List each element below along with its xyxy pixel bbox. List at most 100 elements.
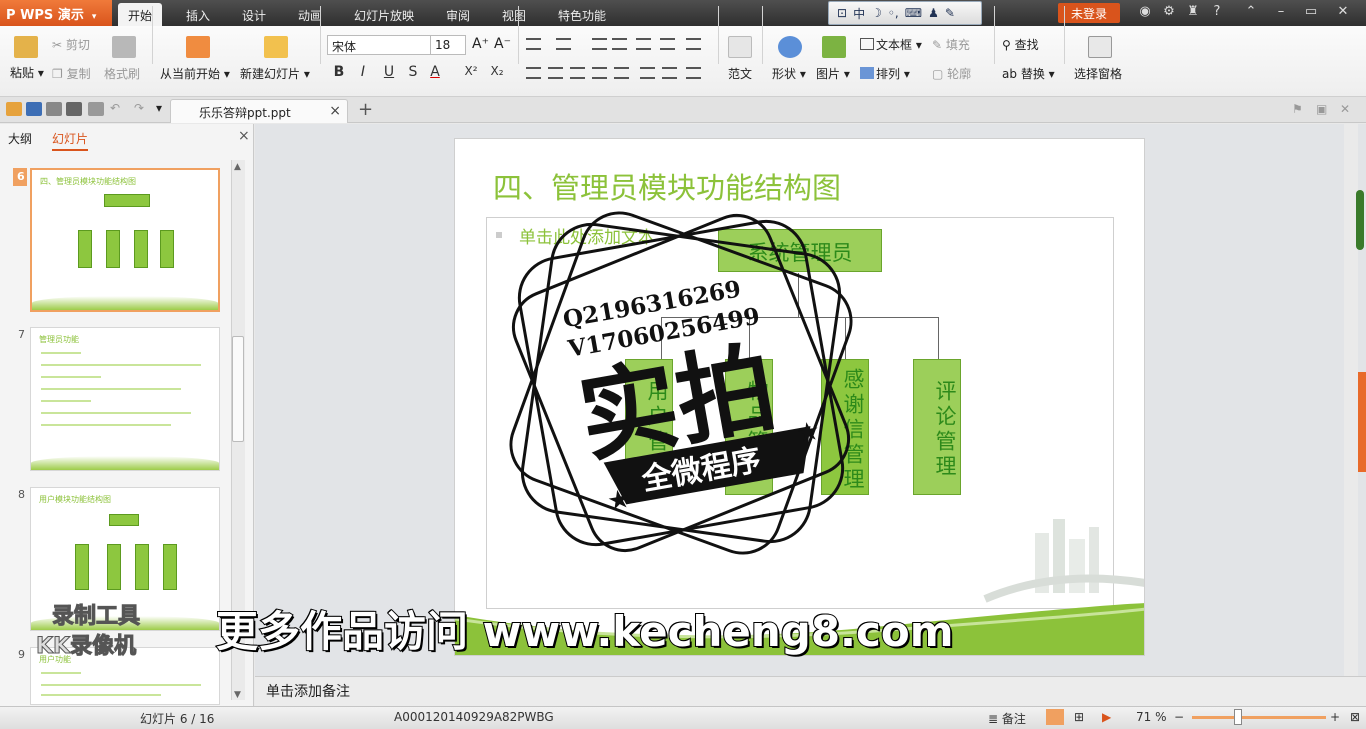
notes-pane[interactable]	[255, 676, 1366, 706]
user-icon[interactable]: ♟	[928, 6, 939, 20]
new-slide-button[interactable]: 新建幻灯片 ▾	[240, 65, 310, 82]
selection-pane-button[interactable]: 选择窗格	[1074, 65, 1122, 82]
org-child-box[interactable]: 评论管理	[913, 359, 961, 495]
arrange-button[interactable]: 排列 ▾	[860, 65, 910, 82]
fill-button[interactable]: ✎ 填充	[932, 36, 970, 53]
underline-button[interactable]: U	[380, 64, 398, 80]
align-left-icon[interactable]	[526, 67, 541, 79]
tab-animation[interactable]: 动画	[288, 3, 332, 26]
close-tab-icon[interactable]: ×	[329, 103, 341, 119]
tab-outline[interactable]: 大纲	[8, 130, 32, 147]
subscript-button[interactable]: X₂	[488, 64, 506, 78]
template-icon[interactable]	[728, 36, 752, 58]
close-pane-icon[interactable]: ×	[238, 128, 250, 144]
qat-more-icon[interactable]: ▾	[156, 101, 162, 115]
line-spacing-icon[interactable]	[640, 67, 655, 79]
copy-button[interactable]: ❐ 复制	[52, 65, 91, 82]
maximize-icon[interactable]: ▭	[1302, 4, 1320, 19]
undo-icon[interactable]: ↶	[110, 101, 120, 115]
slideshow-view-icon[interactable]: ▶	[1102, 710, 1111, 724]
tab-slideshow[interactable]: 幻灯片放映	[344, 3, 424, 26]
picture-icon[interactable]	[822, 36, 846, 58]
justify-icon[interactable]	[592, 67, 607, 79]
new-slide-icon[interactable]	[264, 36, 288, 58]
ime-toolbar[interactable]: ⊡ 中 ☽ ◦, ⌨ ♟ ✎	[828, 1, 982, 25]
minimize-icon[interactable]: –	[1272, 4, 1290, 19]
from-current-button[interactable]: 从当前开始 ▾	[160, 65, 230, 82]
slides-scrollbar-thumb[interactable]	[232, 336, 244, 442]
increase-indent-icon[interactable]	[612, 38, 627, 50]
sorter-view-icon[interactable]: ⊞	[1074, 710, 1084, 724]
new-tab-button[interactable]: +	[358, 99, 373, 120]
font-size-combo[interactable]: 18	[430, 35, 466, 55]
tab-insert[interactable]: 插入	[176, 3, 220, 26]
format-painter-icon[interactable]	[112, 36, 136, 58]
play-from-current-icon[interactable]	[186, 36, 210, 58]
textbox-button[interactable]: 文本框 ▾	[860, 36, 922, 53]
shirt-icon[interactable]: ♜	[1184, 4, 1202, 19]
distribute-icon[interactable]	[614, 67, 629, 79]
zoom-slider[interactable]	[1192, 716, 1326, 719]
paste-button[interactable]: 粘贴 ▾	[10, 64, 44, 81]
notes-toggle[interactable]: ≣ 备注	[988, 710, 1026, 727]
settings-icon[interactable]: ⚙	[1160, 4, 1178, 19]
shape-button[interactable]: 形状 ▾	[772, 65, 806, 82]
punct-icon[interactable]: ◦,	[888, 6, 899, 20]
document-tab[interactable]: 乐乐答辩ppt.ppt ×	[170, 99, 348, 123]
replace-button[interactable]: ab 替换 ▾	[1002, 65, 1055, 82]
save-icon[interactable]	[26, 102, 42, 116]
close-doc-icon[interactable]: ✕	[1340, 102, 1350, 116]
help-icon[interactable]: ?	[1208, 4, 1226, 19]
open-icon[interactable]	[6, 102, 22, 116]
grow-font-icon[interactable]: A⁺	[472, 36, 489, 52]
scroll-indicator[interactable]	[1356, 190, 1364, 250]
pin-icon[interactable]: ⚑	[1292, 102, 1303, 116]
print-preview-icon[interactable]	[88, 102, 104, 116]
scroll-down-icon[interactable]: ▼	[234, 690, 241, 700]
bold-button[interactable]: B	[330, 64, 348, 80]
slide-thumbnail-6[interactable]: 四、管理员模块功能结构图	[30, 168, 220, 312]
font-name-combo[interactable]: 宋体	[327, 35, 431, 55]
zoom-slider-knob[interactable]	[1234, 709, 1242, 725]
zoom-level[interactable]: 71 %	[1136, 710, 1167, 724]
italic-button[interactable]: I	[354, 64, 372, 80]
scroll-up-icon[interactable]: ▲	[234, 162, 241, 172]
export-pdf-icon[interactable]	[46, 102, 62, 116]
fit-window-icon[interactable]: ⊠	[1350, 710, 1360, 724]
template-button[interactable]: 范文	[728, 65, 752, 82]
side-tab[interactable]	[1358, 372, 1366, 472]
normal-view-icon[interactable]	[1046, 709, 1064, 725]
keyboard-icon[interactable]: ⌨	[905, 6, 922, 20]
skin-icon[interactable]: ◉	[1136, 4, 1154, 19]
bullets-icon[interactable]	[526, 38, 541, 50]
moon-icon[interactable]: ☽	[871, 6, 882, 20]
restore-doc-icon[interactable]: ▣	[1316, 102, 1327, 116]
align-center-icon[interactable]	[548, 67, 563, 79]
tab-home[interactable]: 开始	[118, 3, 163, 26]
tab-view[interactable]: 视图	[492, 3, 536, 26]
align-text-icon[interactable]	[686, 38, 701, 50]
notes-placeholder[interactable]: 单击添加备注	[266, 681, 350, 701]
ime-lang[interactable]: 中	[853, 5, 865, 22]
redo-icon[interactable]: ↷	[134, 101, 144, 115]
align-right-icon[interactable]	[570, 67, 585, 79]
font-color-button[interactable]: A	[426, 64, 444, 80]
paragraph-settings-icon[interactable]	[686, 67, 701, 79]
app-menu-button[interactable]: P WPS 演示 ▾	[0, 0, 112, 26]
tab-review[interactable]: 审阅	[436, 3, 480, 26]
wrench-icon[interactable]: ✎	[945, 6, 955, 20]
shadow-button[interactable]: S	[404, 64, 422, 80]
zoom-out-icon[interactable]: −	[1174, 710, 1184, 724]
picture-button[interactable]: 图片 ▾	[816, 65, 850, 82]
find-button[interactable]: ⚲ 查找	[1002, 36, 1039, 53]
numbering-icon[interactable]	[556, 38, 571, 50]
cut-button[interactable]: ✂ 剪切	[52, 36, 90, 53]
tab-design[interactable]: 设计	[232, 3, 276, 26]
selection-pane-icon[interactable]	[1088, 36, 1112, 58]
print-icon[interactable]	[66, 102, 82, 116]
tab-special[interactable]: 特色功能	[548, 3, 616, 26]
close-icon[interactable]: ✕	[1334, 4, 1352, 19]
collapse-ribbon-icon[interactable]: ⌃	[1242, 4, 1260, 19]
decrease-indent-icon[interactable]	[592, 38, 607, 50]
text-direction-icon[interactable]	[660, 38, 675, 50]
